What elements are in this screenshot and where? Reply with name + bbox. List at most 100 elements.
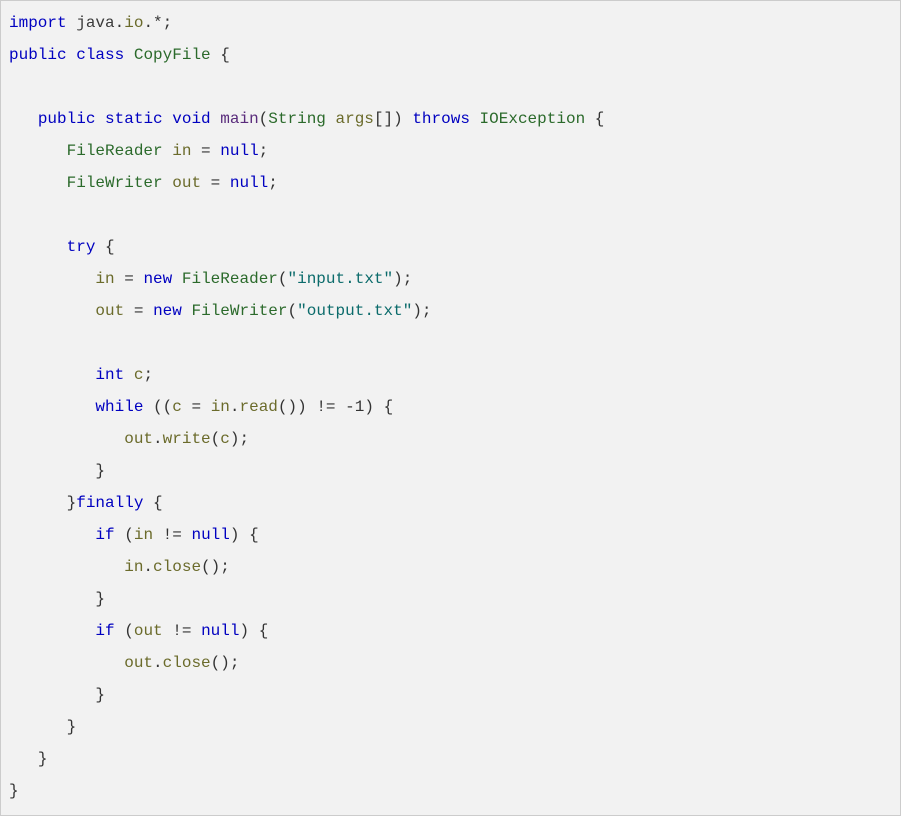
brace-open: { bbox=[105, 238, 115, 256]
brace-close: } bbox=[95, 686, 105, 704]
paren-open: ( bbox=[259, 110, 269, 128]
paren-close: ); bbox=[393, 270, 412, 288]
writer-type: FileWriter bbox=[67, 174, 163, 192]
brace-close: } bbox=[95, 462, 105, 480]
var-c: c bbox=[172, 398, 182, 416]
method-name: main bbox=[220, 110, 258, 128]
brace-open: { bbox=[153, 494, 163, 512]
method-read: read bbox=[240, 398, 278, 416]
dot: . bbox=[153, 430, 163, 448]
paren-open: ( bbox=[124, 622, 134, 640]
paren-open: ( bbox=[124, 526, 134, 544]
writer-type: FileWriter bbox=[191, 302, 287, 320]
kw-public: public bbox=[9, 46, 67, 64]
var-out: out bbox=[124, 654, 153, 672]
equals: = bbox=[191, 398, 201, 416]
brace-open: { bbox=[384, 398, 394, 416]
brace-close: } bbox=[67, 494, 77, 512]
kw-if: if bbox=[95, 622, 114, 640]
kw-try: try bbox=[67, 238, 96, 256]
equals: = bbox=[134, 302, 144, 320]
reader-type: FileReader bbox=[67, 142, 163, 160]
null-literal: null bbox=[230, 174, 268, 192]
minus: - bbox=[345, 398, 355, 416]
var-c: c bbox=[134, 366, 144, 384]
equals: = bbox=[124, 270, 134, 288]
method-write: write bbox=[163, 430, 211, 448]
dot: . bbox=[143, 558, 153, 576]
kw-if: if bbox=[95, 526, 114, 544]
brace-open: { bbox=[595, 110, 605, 128]
paren-close: (); bbox=[211, 654, 240, 672]
var-in: in bbox=[124, 558, 143, 576]
reader-type: FileReader bbox=[182, 270, 278, 288]
method-close: close bbox=[163, 654, 211, 672]
var-in: in bbox=[95, 270, 114, 288]
brace-close: } bbox=[9, 782, 19, 800]
var-in: in bbox=[134, 526, 153, 544]
semicolon: ; bbox=[268, 174, 278, 192]
paren-close: ) bbox=[230, 526, 240, 544]
class-name: CopyFile bbox=[134, 46, 211, 64]
null-literal: null bbox=[220, 142, 258, 160]
paren-close: ) bbox=[239, 622, 249, 640]
kw-new: new bbox=[143, 270, 172, 288]
var-in: in bbox=[211, 398, 230, 416]
num-one: 1 bbox=[355, 398, 365, 416]
kw-void: void bbox=[172, 110, 210, 128]
null-literal: null bbox=[201, 622, 239, 640]
paren-close: ()) bbox=[278, 398, 307, 416]
pkg-io: io bbox=[124, 14, 143, 32]
equals: = bbox=[211, 174, 221, 192]
dot: .*; bbox=[143, 14, 172, 32]
kw-finally: finally bbox=[76, 494, 143, 512]
kw-int: int bbox=[95, 366, 124, 384]
kw-new: new bbox=[153, 302, 182, 320]
null-literal: null bbox=[191, 526, 229, 544]
equals: = bbox=[201, 142, 211, 160]
neq: != bbox=[316, 398, 335, 416]
paren-open: ( bbox=[288, 302, 298, 320]
var-c: c bbox=[220, 430, 230, 448]
paren-close: (); bbox=[201, 558, 230, 576]
kw-import: import bbox=[9, 14, 67, 32]
paren-open: (( bbox=[153, 398, 172, 416]
kw-throws: throws bbox=[412, 110, 470, 128]
var-out: out bbox=[124, 430, 153, 448]
output-file: "output.txt" bbox=[297, 302, 412, 320]
brace-close: } bbox=[67, 718, 77, 736]
throws-type: IOException bbox=[480, 110, 586, 128]
param-name: args bbox=[336, 110, 374, 128]
paren-open: ( bbox=[211, 430, 221, 448]
var-out: out bbox=[134, 622, 163, 640]
var-out: out bbox=[95, 302, 124, 320]
brace-open: { bbox=[249, 526, 259, 544]
dot: . bbox=[230, 398, 240, 416]
semicolon: ; bbox=[259, 142, 269, 160]
kw-while: while bbox=[95, 398, 143, 416]
method-close: close bbox=[153, 558, 201, 576]
paren-close: ); bbox=[230, 430, 249, 448]
kw-public: public bbox=[38, 110, 96, 128]
brace-close: } bbox=[95, 590, 105, 608]
var-out: out bbox=[172, 174, 201, 192]
neq: != bbox=[172, 622, 191, 640]
brace-open: { bbox=[259, 622, 269, 640]
paren-close: ) bbox=[364, 398, 374, 416]
kw-class: class bbox=[76, 46, 124, 64]
param-type: String bbox=[268, 110, 326, 128]
kw-static: static bbox=[105, 110, 163, 128]
brace-close: } bbox=[38, 750, 48, 768]
paren-close: ); bbox=[412, 302, 431, 320]
input-file: "input.txt" bbox=[288, 270, 394, 288]
brace-open: { bbox=[220, 46, 230, 64]
dot: . bbox=[115, 14, 125, 32]
paren-open: ( bbox=[278, 270, 288, 288]
brackets: []) bbox=[374, 110, 403, 128]
dot: . bbox=[153, 654, 163, 672]
pkg-java: java bbox=[76, 14, 114, 32]
semicolon: ; bbox=[143, 366, 153, 384]
neq: != bbox=[163, 526, 182, 544]
code-block: import java.io.*; public class CopyFile … bbox=[0, 0, 901, 816]
var-in: in bbox=[172, 142, 191, 160]
